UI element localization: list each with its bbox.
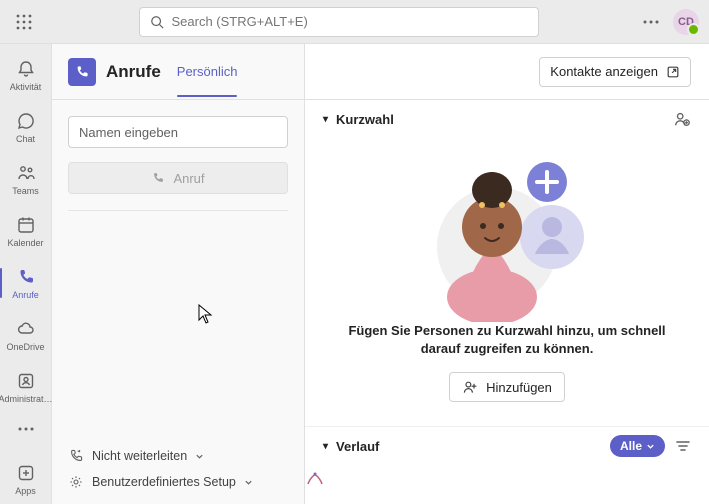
calendar-icon	[15, 214, 37, 236]
call-button[interactable]: Anruf	[68, 162, 288, 194]
app-launcher-icon[interactable]	[10, 8, 38, 36]
calls-left-pane: Anrufe Persönlich Anruf Nicht weiterleit…	[52, 44, 305, 504]
history-filter-pill[interactable]: Alle	[610, 435, 665, 457]
speeddial-section-head: ▾ Kurzwahl	[305, 100, 709, 138]
empty-illustration	[407, 142, 607, 322]
rail-onedrive[interactable]: OneDrive	[0, 310, 52, 360]
rail-apps[interactable]: Apps	[0, 454, 52, 504]
bell-icon	[15, 58, 37, 80]
more-options-icon[interactable]	[639, 16, 663, 28]
popout-icon	[666, 65, 680, 79]
rail-more[interactable]	[0, 414, 52, 444]
collapse-icon[interactable]: ▾	[323, 114, 328, 125]
admin-icon	[15, 370, 37, 392]
forward-setting[interactable]: Nicht weiterleiten	[68, 448, 288, 464]
history-section-head: ▾ Verlauf Alle	[305, 426, 709, 465]
gear-icon	[68, 474, 84, 490]
rail-chat[interactable]: Chat	[0, 102, 52, 152]
app-rail: Aktivität Chat Teams Kalender Anrufe One…	[0, 44, 52, 504]
history-empty-text: Wenn Sie einen Anruf tätigen oder empfan…	[305, 493, 709, 504]
history-title: Verlauf	[336, 439, 379, 454]
calls-right-pane: Kontakte anzeigen ▾ Kurzwahl	[305, 44, 709, 504]
phone-icon	[151, 171, 165, 185]
divider	[68, 210, 288, 211]
show-contacts-button[interactable]: Kontakte anzeigen	[539, 57, 691, 87]
search-icon	[150, 15, 164, 29]
chat-icon	[15, 110, 37, 132]
rail-calls[interactable]: Anrufe	[0, 258, 52, 308]
apps-icon	[15, 462, 37, 484]
name-input[interactable]	[68, 116, 288, 148]
cloud-icon	[15, 318, 37, 340]
user-avatar[interactable]: CD	[673, 9, 699, 35]
phone-icon	[15, 266, 37, 288]
search-input[interactable]	[172, 14, 528, 29]
speeddial-empty-state: Fügen Sie Personen zu Kurzwahl hinzu, um…	[305, 138, 709, 420]
more-icon	[18, 427, 34, 431]
filter-icon[interactable]	[675, 438, 691, 454]
rail-calendar[interactable]: Kalender	[0, 206, 52, 256]
person-add-icon	[462, 379, 478, 395]
search-box[interactable]	[139, 7, 539, 37]
rail-admin[interactable]: Administrat…	[0, 362, 52, 412]
chevron-down-icon	[195, 452, 204, 461]
cursor-icon	[198, 304, 214, 324]
calls-badge-icon	[68, 58, 96, 86]
rail-activity[interactable]: Aktivität	[0, 50, 52, 100]
chevron-down-icon	[244, 478, 253, 487]
add-speeddial-button[interactable]: Hinzufügen	[449, 372, 565, 402]
speeddial-empty-text: Fügen Sie Personen zu Kurzwahl hinzu, um…	[347, 322, 667, 358]
teams-icon	[15, 162, 37, 184]
custom-setup[interactable]: Benutzerdefiniertes Setup	[68, 474, 288, 490]
calls-title: Anrufe	[106, 62, 161, 82]
chevron-down-icon	[646, 442, 655, 451]
collapse-icon[interactable]: ▾	[323, 441, 328, 452]
tab-personal[interactable]: Persönlich	[177, 46, 238, 97]
topbar: CD	[0, 0, 709, 44]
speeddial-title: Kurzwahl	[336, 112, 394, 127]
rail-teams[interactable]: Teams	[0, 154, 52, 204]
add-contact-icon[interactable]	[673, 110, 691, 128]
history-empty-icon	[305, 465, 709, 493]
phone-forward-icon	[68, 448, 84, 464]
